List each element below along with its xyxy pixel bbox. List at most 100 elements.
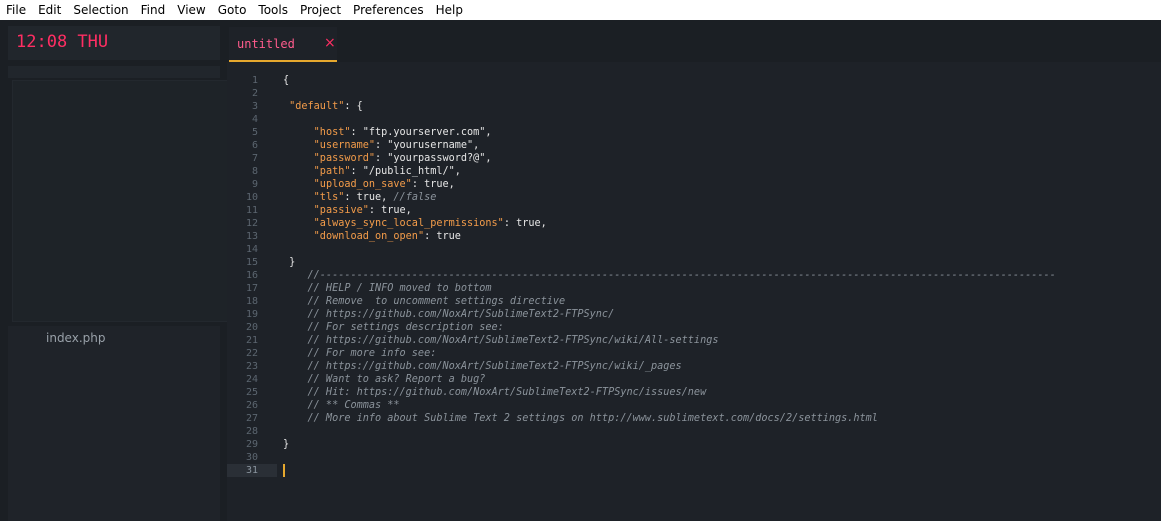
menu-selection[interactable]: Selection	[67, 0, 134, 20]
menu-bar: File Edit Selection Find View Goto Tools Projec…	[0, 0, 1161, 20]
json-key: "path"	[313, 166, 351, 177]
code-comment: // https://github.com/NoxArt/SublimeText…	[283, 309, 615, 320]
tab-untitled[interactable]: untitled ×	[229, 27, 337, 62]
code-line: // https://github.com/NoxArt/SublimeText…	[283, 334, 1153, 347]
json-key: "download_on_open"	[313, 231, 425, 242]
code-comment: // https://github.com/NoxArt/SublimeText…	[283, 361, 682, 372]
code-line: // https://github.com/NoxArt/SublimeText…	[283, 360, 1153, 373]
line-number: 23	[245, 361, 258, 372]
sidebar: 12:08 THU index.php	[0, 20, 234, 521]
code-text: : "ftp.yourserver.com",	[350, 127, 492, 138]
code-line: "always_sync_local_permissions": true,	[283, 217, 1153, 230]
code-comment: // ** Commas **	[283, 400, 400, 411]
line-number: 1	[251, 75, 258, 86]
json-key: "host"	[313, 127, 351, 138]
code-comment: // HELP / INFO moved to bottom	[283, 283, 492, 294]
code-line: //--------------------------------------…	[283, 269, 1153, 282]
line-number: 26	[245, 400, 258, 411]
code-line: "download_on_open": true	[283, 230, 1153, 243]
menu-find[interactable]: Find	[135, 0, 172, 20]
code-text: : "yourusername",	[375, 140, 480, 151]
line-number: 20	[245, 322, 258, 333]
code-text: : "yourpassword?@",	[375, 153, 492, 164]
code-line: // Remove to uncomment settings directiv…	[283, 295, 1153, 308]
line-number: 17	[245, 283, 258, 294]
code-line: "password": "yourpassword?@",	[283, 152, 1153, 165]
code-line: "passive": true,	[283, 204, 1153, 217]
code-line: // https://github.com/NoxArt/SublimeText…	[283, 308, 1153, 321]
menu-edit[interactable]: Edit	[32, 0, 67, 20]
code-line	[283, 464, 1153, 477]
menu-file[interactable]: File	[0, 0, 32, 20]
line-number: 7	[251, 153, 258, 164]
code-editor[interactable]: 1 2 3 4 5 6 7 8 9 10 11 12 13 14 15 16 17 18 19 20 21 22 23 24 2…	[227, 62, 1161, 521]
code-text: : "/public_html/",	[350, 166, 461, 177]
code-comment: // Hit: https://github.com/NoxArt/Sublim…	[283, 387, 707, 398]
text-cursor	[283, 464, 285, 477]
menu-project[interactable]: Project	[294, 0, 347, 20]
line-number: 8	[251, 166, 258, 177]
code-text: : true,	[344, 192, 394, 203]
menu-view[interactable]: View	[171, 0, 211, 20]
code-comment: //false	[393, 192, 437, 203]
code-line: }	[283, 256, 1153, 269]
code-comment: // https://github.com/NoxArt/SublimeText…	[283, 335, 719, 346]
code-line: // For settings description see:	[283, 321, 1153, 334]
line-number: 22	[245, 348, 258, 359]
line-number: 10	[245, 192, 258, 203]
line-number: 30	[245, 452, 258, 463]
tab-bar: untitled ×	[227, 20, 1161, 62]
line-number: 4	[251, 114, 258, 125]
clock-display: 12:08 THU	[16, 32, 109, 52]
code-line: // ** Commas **	[283, 399, 1153, 412]
code-line: "host": "ftp.yourserver.com",	[283, 126, 1153, 139]
code-comment: // More info about Sublime Text 2 settin…	[283, 413, 878, 424]
line-number: 2	[251, 88, 258, 99]
line-number: 19	[245, 309, 258, 320]
code-line: "path": "/public_html/",	[283, 165, 1153, 178]
code-area[interactable]: { "default": { "host": "ftp.yourserver.c…	[283, 74, 1153, 477]
code-text: }	[283, 439, 290, 450]
line-number: 28	[245, 426, 258, 437]
code-line: // HELP / INFO moved to bottom	[283, 282, 1153, 295]
sidebar-panel	[12, 80, 234, 322]
code-text: : true,	[503, 218, 547, 229]
line-number-gutter: 1 2 3 4 5 6 7 8 9 10 11 12 13 14 15 16 17 18 19 20 21 22 23 24 2…	[227, 74, 277, 477]
menu-help[interactable]: Help	[430, 0, 469, 20]
menu-tools[interactable]: Tools	[252, 0, 294, 20]
menu-goto[interactable]: Goto	[212, 0, 253, 20]
code-line: "username": "yourusername",	[283, 139, 1153, 152]
json-key: "tls"	[313, 192, 345, 203]
line-number: 9	[251, 179, 258, 190]
close-icon[interactable]: ×	[324, 35, 336, 51]
code-line: "tls": true, //false	[283, 191, 1153, 204]
line-number: 27	[245, 413, 258, 424]
line-number: 21	[245, 335, 258, 346]
menu-preferences[interactable]: Preferences	[347, 0, 430, 20]
line-number: 31	[227, 464, 277, 477]
code-text: : {	[344, 101, 363, 112]
line-number: 6	[251, 140, 258, 151]
code-line: "upload_on_save": true,	[283, 178, 1153, 191]
line-number: 14	[245, 244, 258, 255]
code-line: // For more info see:	[283, 347, 1153, 360]
code-text: : true,	[411, 179, 455, 190]
json-key: "upload_on_save"	[313, 179, 412, 190]
line-number: 13	[245, 231, 258, 242]
line-number: 18	[245, 296, 258, 307]
code-line: // Want to ask? Report a bug?	[283, 373, 1153, 386]
sidebar-file-index-php[interactable]: index.php	[46, 331, 105, 345]
line-number: 5	[251, 127, 258, 138]
line-number: 29	[245, 439, 258, 450]
clock-panel: 12:08 THU	[8, 26, 220, 60]
